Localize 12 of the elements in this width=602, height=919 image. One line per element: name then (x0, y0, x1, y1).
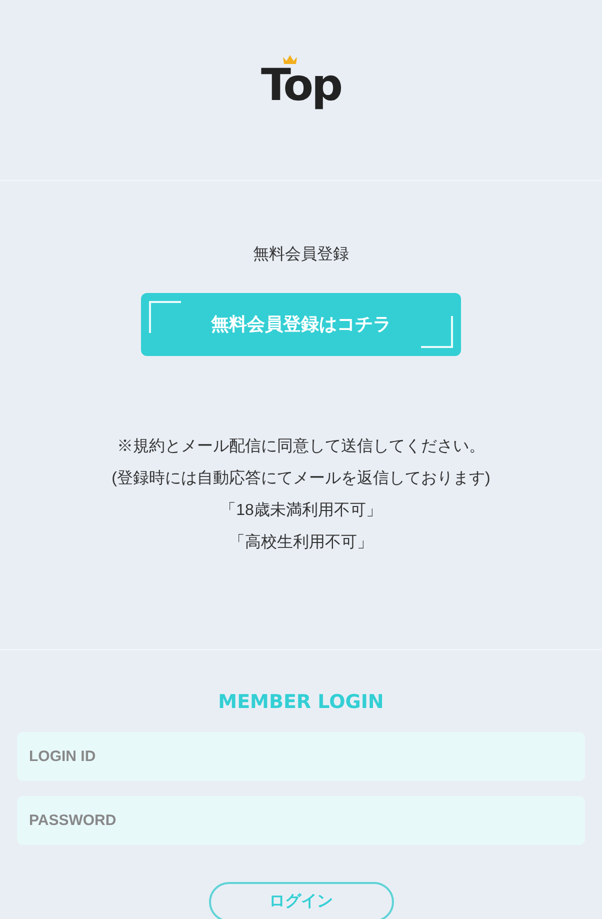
input-field[interactable]: LOGIN ID (17, 732, 585, 780)
register-button[interactable]: 無料会員登録はコチラ (141, 293, 461, 356)
login-button[interactable]: ログイン (208, 882, 394, 919)
notice-text: ※規約とメール配信に同意して送信してください。 (117, 436, 485, 457)
notice-text: 「高校生利用不可」 (229, 532, 373, 553)
input-field[interactable]: PASSWORD (17, 796, 585, 844)
notice-text: 「18歳未満利用不可」 (220, 500, 382, 521)
notice-text: (登録時には自動応答にてメールを返信しております) (112, 468, 490, 489)
section-title: MEMBER LOGIN (218, 690, 384, 715)
crown-icon (282, 54, 298, 65)
logo[interactable]: Top (261, 64, 341, 116)
section-title: 無料会員登録 (253, 244, 349, 265)
